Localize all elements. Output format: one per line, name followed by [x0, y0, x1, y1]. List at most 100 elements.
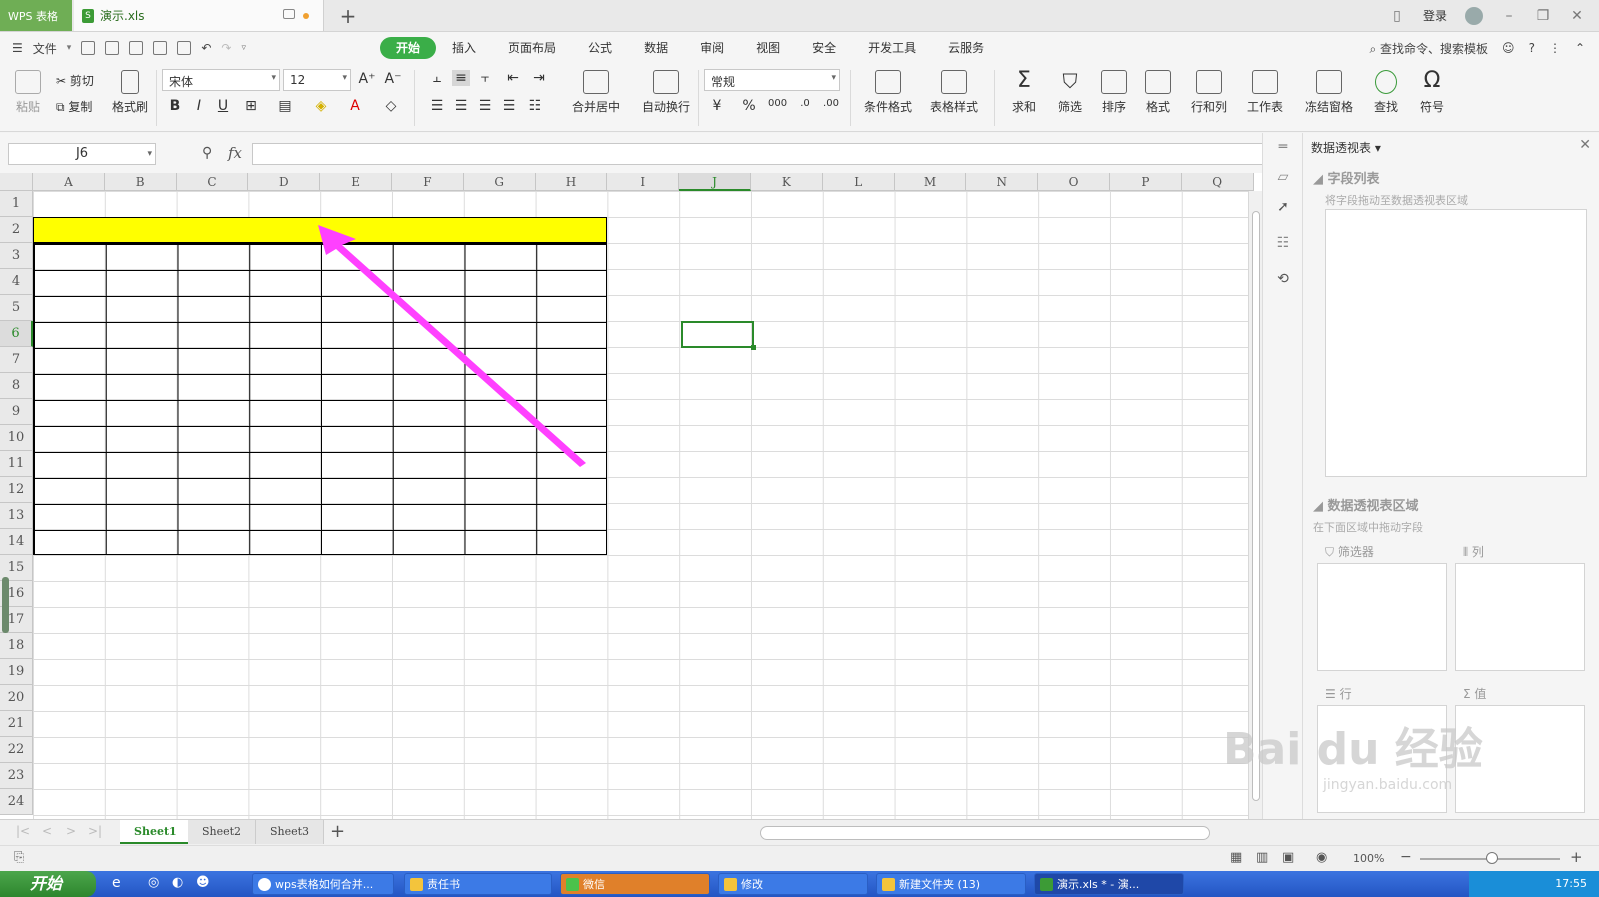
- restore-icon[interactable]: ❐: [1535, 8, 1551, 24]
- file-menu[interactable]: 文件: [33, 40, 57, 57]
- percent-icon[interactable]: %: [740, 98, 758, 114]
- bold-icon[interactable]: B: [166, 98, 184, 114]
- align-left-icon[interactable]: ☰: [428, 98, 446, 114]
- tab-home[interactable]: 开始: [380, 37, 437, 59]
- taskbar-item-wechat[interactable]: 微信: [560, 873, 710, 895]
- login-link[interactable]: 登录: [1423, 7, 1447, 24]
- tab-page-layout[interactable]: 页面布局: [492, 37, 572, 59]
- sum-button[interactable]: Σ 求和: [1004, 70, 1044, 115]
- add-sheet-button[interactable]: +: [330, 821, 345, 842]
- distribute-icon[interactable]: ☷: [526, 98, 544, 114]
- rows-cols-button[interactable]: 行和列: [1184, 70, 1234, 115]
- help-icon[interactable]: ?: [1529, 41, 1535, 55]
- redo-icon[interactable]: ↷: [221, 41, 231, 55]
- format-painter-button[interactable]: 格式刷: [108, 70, 152, 115]
- tab-security[interactable]: 安全: [796, 37, 852, 59]
- minimize-icon[interactable]: –: [1501, 8, 1517, 24]
- page-break-view-icon[interactable]: ▣: [1282, 850, 1294, 865]
- cursor-icon[interactable]: ➚: [1275, 199, 1291, 215]
- decrease-decimal-icon[interactable]: .00: [822, 98, 840, 109]
- table-style-button[interactable]: 表格样式: [924, 70, 984, 115]
- pivot-area-title[interactable]: ◢ 数据透视表区域: [1313, 495, 1419, 514]
- underline-icon[interactable]: U: [214, 98, 232, 114]
- prev-sheet-icon[interactable]: <: [42, 824, 52, 838]
- columns-drop-box[interactable]: [1455, 563, 1585, 671]
- taskbar-item-folder-3[interactable]: 新建文件夹 (13): [876, 873, 1026, 895]
- font-size-select[interactable]: 12: [283, 69, 351, 91]
- start-button[interactable]: 开始: [0, 871, 96, 897]
- document-tab[interactable]: S 演示.xls: [74, 0, 324, 31]
- layout-icon[interactable]: ▯: [1389, 8, 1405, 24]
- chevron-down-icon[interactable]: ▾: [67, 43, 72, 53]
- zoom-slider-knob[interactable]: [1486, 852, 1498, 864]
- filter-drop-box[interactable]: [1317, 563, 1447, 671]
- justify-icon[interactable]: ☰: [500, 98, 518, 114]
- collapse-icon[interactable]: ⌃: [1575, 41, 1585, 55]
- monitor-icon[interactable]: [283, 9, 295, 19]
- cell-style-icon[interactable]: ▤: [276, 98, 294, 114]
- symbol-button[interactable]: Ω 符号: [1412, 70, 1452, 115]
- qq-icon[interactable]: ☻: [196, 875, 210, 890]
- tab-formulas[interactable]: 公式: [572, 37, 628, 59]
- first-sheet-icon[interactable]: |<: [16, 824, 30, 838]
- zoom-formula-icon[interactable]: ⚲: [202, 145, 212, 161]
- eraser-icon[interactable]: ◇: [382, 98, 400, 114]
- tab-data[interactable]: 数据: [628, 37, 684, 59]
- clock[interactable]: 17:55: [1555, 877, 1587, 890]
- feedback-icon[interactable]: ☺: [1502, 41, 1515, 55]
- settings-icon[interactable]: ☷: [1275, 235, 1291, 251]
- tab-review[interactable]: 审阅: [684, 37, 740, 59]
- thousands-icon[interactable]: 000: [768, 98, 787, 109]
- close-icon[interactable]: ✕: [1579, 137, 1591, 153]
- undo-icon[interactable]: ↶: [201, 41, 211, 55]
- copy-button[interactable]: ⧉ 复制: [56, 98, 92, 115]
- save-icon[interactable]: [105, 41, 120, 55]
- font-color-icon[interactable]: A: [346, 98, 364, 114]
- close-icon[interactable]: ✕: [1569, 8, 1585, 24]
- eye-icon[interactable]: ◉: [1316, 850, 1327, 865]
- note-icon[interactable]: ▱: [1275, 169, 1291, 185]
- browser2-icon[interactable]: ◐: [172, 875, 183, 890]
- menu-icon[interactable]: ☰: [12, 41, 23, 55]
- indent-increase-icon[interactable]: ⇥: [530, 70, 548, 86]
- sheet-tab-sheet1[interactable]: Sheet1: [120, 820, 192, 844]
- open-icon[interactable]: [81, 41, 96, 55]
- avatar[interactable]: [1465, 6, 1483, 25]
- browser-icon[interactable]: ◎: [148, 875, 159, 890]
- align-top-icon[interactable]: ⫠: [428, 70, 446, 86]
- export-icon[interactable]: [129, 41, 144, 55]
- print-preview-icon[interactable]: [177, 41, 192, 55]
- fill-color-icon[interactable]: ◈: [312, 98, 330, 114]
- number-format-select[interactable]: 常规: [704, 69, 840, 91]
- merge-center-button[interactable]: 合并居中: [566, 70, 626, 115]
- sheet-tab-sheet2[interactable]: Sheet2: [188, 820, 257, 844]
- taskbar-item-folder-1[interactable]: 责任书: [404, 873, 552, 895]
- formula-input[interactable]: [252, 143, 1264, 165]
- field-list-title[interactable]: ◢ 字段列表: [1313, 168, 1380, 187]
- zoom-level[interactable]: 100%: [1353, 852, 1384, 865]
- search-command[interactable]: ⌕ 查找命令、搜索模板: [1369, 40, 1488, 57]
- paste-button[interactable]: 粘贴: [10, 70, 46, 115]
- conditional-format-button[interactable]: 条件格式: [858, 70, 918, 115]
- increase-font-icon[interactable]: A⁺: [358, 71, 376, 87]
- decrease-font-icon[interactable]: A⁻: [384, 71, 402, 87]
- macro-icon[interactable]: ⎘: [14, 850, 24, 865]
- new-tab-button[interactable]: +: [336, 0, 360, 31]
- align-right-icon[interactable]: ☰: [476, 98, 494, 114]
- worksheet-button[interactable]: 工作表: [1240, 70, 1290, 115]
- taskbar-item-browser[interactable]: wps表格如何合并...: [252, 873, 394, 895]
- align-middle-icon[interactable]: ≡: [452, 70, 470, 86]
- fx-icon[interactable]: fx: [228, 144, 242, 162]
- increase-decimal-icon[interactable]: .0: [796, 98, 814, 109]
- sheet-tab-sheet3[interactable]: Sheet3: [256, 820, 325, 844]
- horizontal-scrollbar[interactable]: [760, 826, 1210, 840]
- ie-icon[interactable]: e: [112, 875, 121, 891]
- find-button[interactable]: 查找: [1366, 70, 1406, 115]
- align-bottom-icon[interactable]: ⫟: [476, 70, 494, 86]
- taskbar-item-spreadsheet[interactable]: 演示.xls * - 演...: [1034, 873, 1184, 895]
- row-drag-handle[interactable]: [2, 577, 9, 633]
- next-sheet-icon[interactable]: >: [66, 824, 76, 838]
- page-layout-view-icon[interactable]: ▥: [1256, 850, 1268, 865]
- print-icon[interactable]: [153, 41, 168, 55]
- border-icon[interactable]: ⊞: [242, 98, 260, 114]
